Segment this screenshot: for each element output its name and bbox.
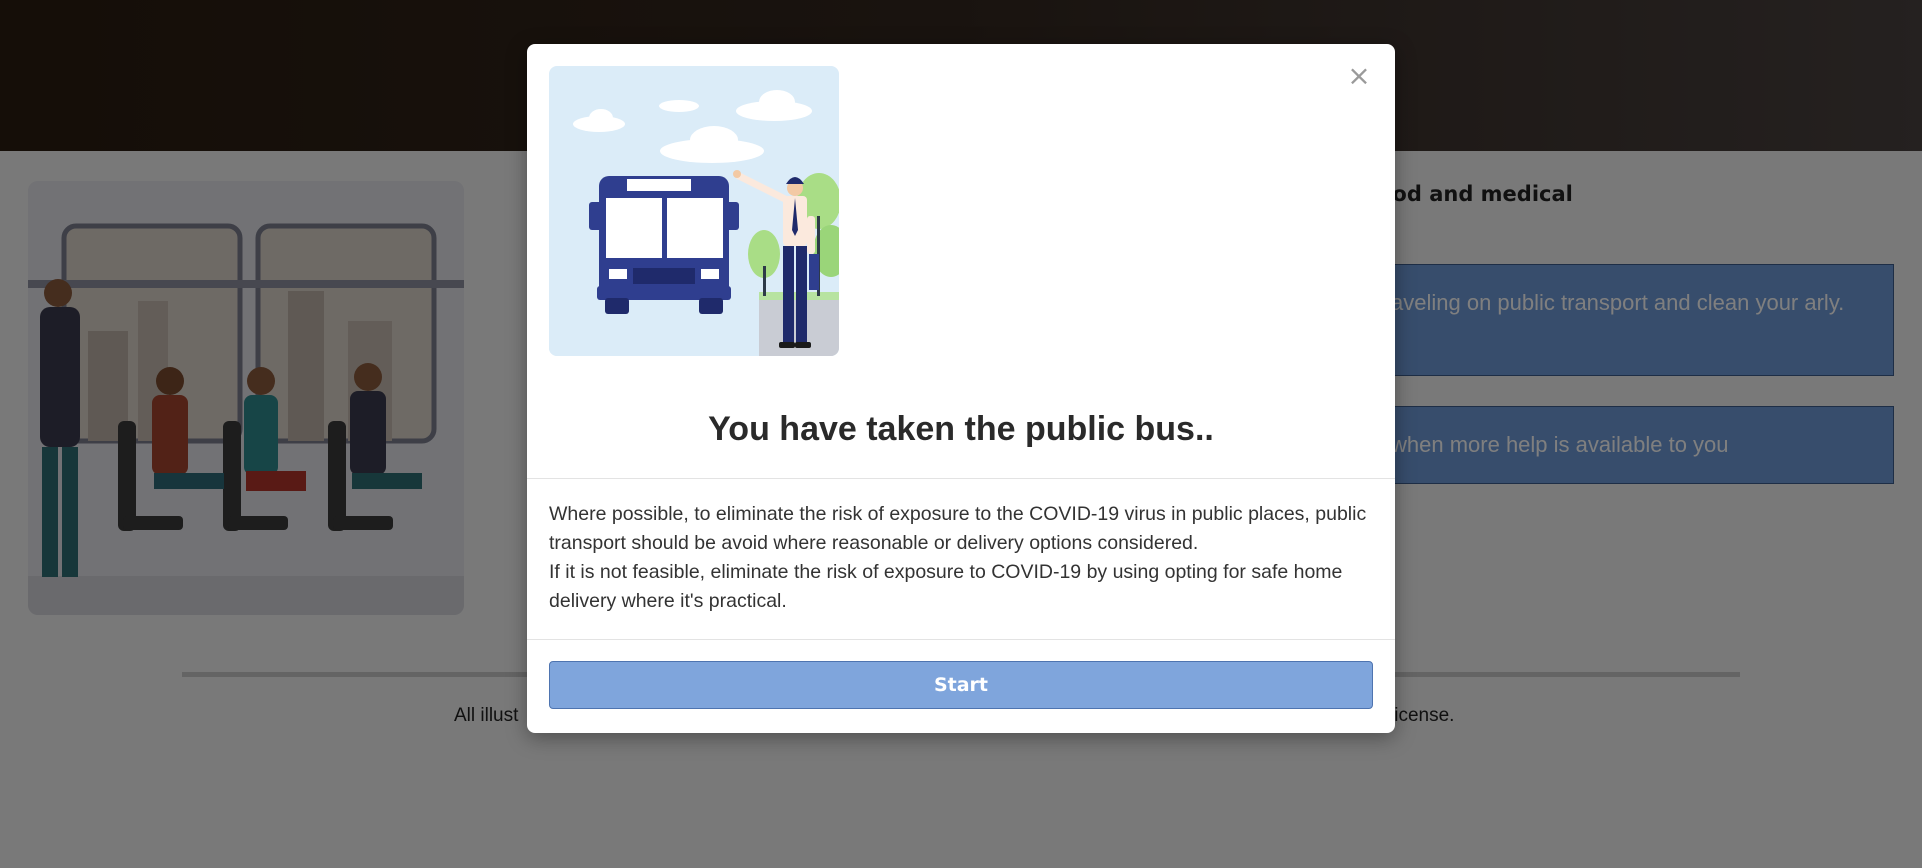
body-paragraph: If it is not feasible, eliminate the ris…: [549, 561, 1343, 612]
body-paragraph: Where possible, to eliminate the risk of…: [549, 503, 1367, 554]
modal-body: Where possible, to eliminate the risk of…: [549, 500, 1373, 616]
divider: [527, 639, 1395, 640]
info-modal: × You have taken the public bus.. Where …: [527, 44, 1395, 733]
modal-title: You have taken the public bus..: [708, 410, 1214, 448]
start-button[interactable]: Start: [549, 661, 1373, 709]
divider: [527, 478, 1395, 479]
close-icon[interactable]: ×: [1345, 62, 1373, 90]
bus-illustration: [549, 66, 839, 356]
